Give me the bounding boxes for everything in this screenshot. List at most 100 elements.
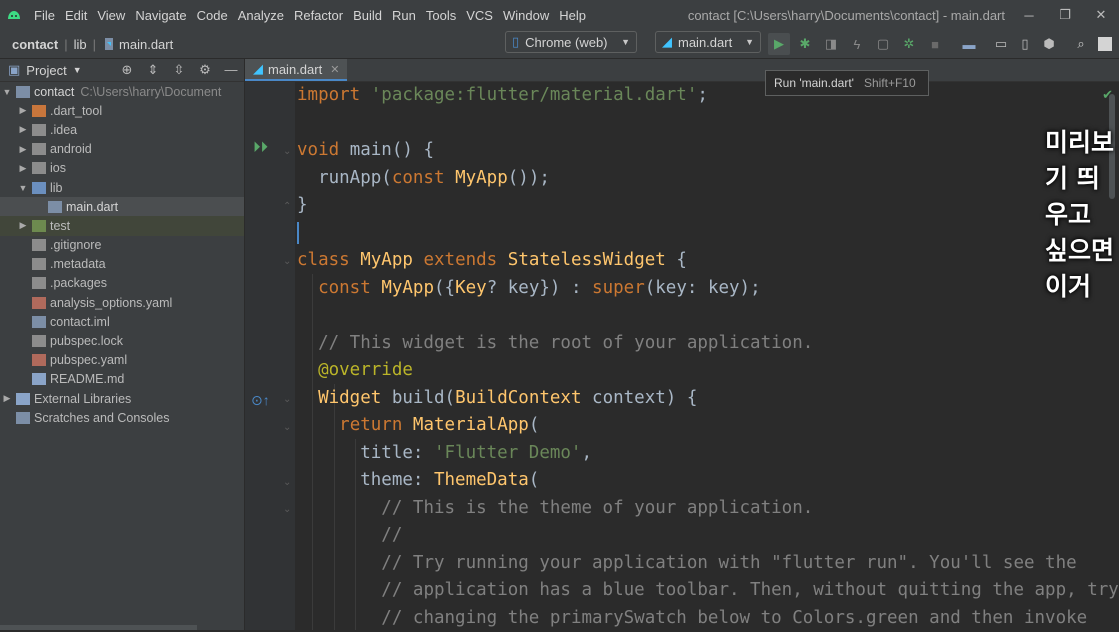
tree-item-android[interactable]: ▶ android: [0, 140, 244, 159]
code-line[interactable]: //: [297, 522, 1119, 550]
code-line[interactable]: }: [297, 192, 1119, 220]
menu-file[interactable]: File: [29, 8, 60, 23]
expand-all-icon[interactable]: ⇕: [140, 62, 166, 78]
tree-item-idea[interactable]: ▶ .idea: [0, 120, 244, 139]
hide-icon[interactable]: —: [218, 62, 244, 78]
code-line[interactable]: [297, 302, 1119, 330]
attach-debugger-button[interactable]: ✲: [898, 33, 920, 55]
tree-item-scratches[interactable]: Scratches and Consoles: [0, 408, 244, 427]
menu-build[interactable]: Build: [348, 8, 387, 23]
chevron-right-icon[interactable]: ▶: [16, 105, 30, 116]
sdk-manager-button[interactable]: ⬢: [1038, 33, 1060, 55]
tree-item-analysis-options[interactable]: analysis_options.yaml: [0, 293, 244, 312]
menu-window[interactable]: Window: [498, 8, 554, 23]
chevron-right-icon[interactable]: ▶: [16, 163, 30, 174]
code-line[interactable]: [297, 110, 1119, 138]
fold-icon[interactable]: ⌄: [283, 256, 291, 267]
code-line[interactable]: return MaterialApp(: [297, 412, 1119, 440]
device-manager-button[interactable]: ▭: [990, 33, 1012, 55]
menu-tools[interactable]: Tools: [421, 8, 461, 23]
code-line[interactable]: // application has a blue toolbar. Then,…: [297, 577, 1119, 605]
locate-icon[interactable]: ⊕: [114, 62, 140, 78]
run-gutter-icon[interactable]: ⏵⏵: [253, 139, 268, 156]
code-line[interactable]: @override: [297, 357, 1119, 385]
tree-item-readme[interactable]: README.md: [0, 370, 244, 389]
tree-item-contact[interactable]: ▼ contact C:\Users\harry\Document: [0, 82, 244, 101]
tree-item-pubspec-lock[interactable]: pubspec.lock: [0, 331, 244, 350]
chevron-down-icon[interactable]: ▼: [73, 65, 82, 75]
device-selector[interactable]: ▯ Chrome (web) ▼: [505, 31, 637, 53]
tree-item-packages[interactable]: .packages: [0, 274, 244, 293]
code-line[interactable]: runApp(const MyApp());: [297, 165, 1119, 193]
minimize-icon[interactable]: ─: [1011, 8, 1047, 23]
project-view-label[interactable]: Project: [26, 63, 66, 78]
tree-item-dart-tool[interactable]: ▶ .dart_tool: [0, 101, 244, 120]
tree-item-ios[interactable]: ▶ ios: [0, 159, 244, 178]
code-line[interactable]: theme: ThemeData(: [297, 467, 1119, 495]
chevron-right-icon[interactable]: ▶: [16, 124, 30, 135]
fold-icon[interactable]: ⌄: [283, 394, 291, 405]
run-button[interactable]: ▶: [768, 33, 790, 55]
search-button[interactable]: ⌕: [1070, 33, 1092, 55]
fold-icon[interactable]: ⌄: [283, 477, 291, 488]
close-icon[interactable]: ✕: [330, 63, 339, 76]
menu-run[interactable]: Run: [387, 8, 421, 23]
chevron-down-icon[interactable]: ▼: [16, 183, 30, 193]
breadcrumb-lib[interactable]: lib: [74, 37, 87, 52]
code-line[interactable]: // This widget is the root of your appli…: [297, 330, 1119, 358]
debug-button[interactable]: ✱: [794, 33, 816, 55]
code-content[interactable]: import 'package:flutter/material.dart'; …: [297, 82, 1119, 632]
coverage-button[interactable]: ◨: [820, 33, 842, 55]
tree-item-contact-iml[interactable]: contact.iml: [0, 312, 244, 331]
hot-restart-button[interactable]: ▢: [872, 33, 894, 55]
hot-reload-button[interactable]: ϟ: [846, 33, 868, 55]
tree-item-pubspec-yaml[interactable]: pubspec.yaml: [0, 351, 244, 370]
tree-item-metadata[interactable]: .metadata: [0, 255, 244, 274]
fold-icon[interactable]: ⌄: [283, 422, 291, 433]
stop-button[interactable]: ■: [924, 33, 946, 55]
code-line[interactable]: // Try running your application with "fl…: [297, 550, 1119, 578]
menu-analyze[interactable]: Analyze: [233, 8, 289, 23]
restore-icon[interactable]: ❐: [1047, 7, 1083, 23]
project-structure-button[interactable]: ▬: [958, 33, 980, 55]
code-line[interactable]: // This is the theme of your application…: [297, 495, 1119, 523]
breadcrumb-project[interactable]: contact: [12, 37, 58, 52]
chevron-right-icon[interactable]: ▶: [0, 393, 14, 404]
horizontal-scrollbar[interactable]: [0, 625, 197, 630]
code-line[interactable]: class MyApp extends StatelessWidget {: [297, 247, 1119, 275]
code-line[interactable]: [297, 220, 1119, 248]
code-line[interactable]: title: 'Flutter Demo',: [297, 440, 1119, 468]
run-config-selector[interactable]: ◢ main.dart ▼: [655, 31, 761, 53]
code-line[interactable]: void main() {: [297, 137, 1119, 165]
code-line[interactable]: import 'package:flutter/material.dart';: [297, 82, 1119, 110]
override-gutter-icon[interactable]: ⊙↑: [251, 392, 270, 409]
tree-item-gitignore[interactable]: .gitignore: [0, 236, 244, 255]
menu-refactor[interactable]: Refactor: [289, 8, 348, 23]
code-line[interactable]: // changing the primarySwatch below to C…: [297, 605, 1119, 632]
fold-icon[interactable]: ⌄: [283, 504, 291, 515]
menu-navigate[interactable]: Navigate: [130, 8, 191, 23]
collapse-all-icon[interactable]: ⇳: [166, 62, 192, 78]
menu-view[interactable]: View: [92, 8, 130, 23]
fold-icon[interactable]: ⌃: [283, 201, 291, 212]
breadcrumb-file[interactable]: main.dart: [119, 37, 173, 52]
account-button[interactable]: [1094, 33, 1116, 55]
tree-item-lib[interactable]: ▼ lib: [0, 178, 244, 197]
chevron-right-icon[interactable]: ▶: [16, 220, 30, 231]
chevron-right-icon[interactable]: ▶: [16, 144, 30, 155]
tree-item-main-dart[interactable]: main.dart: [0, 197, 244, 216]
tree-item-external-libraries[interactable]: ▶ External Libraries: [0, 389, 244, 408]
close-icon[interactable]: ✕: [1083, 7, 1119, 23]
fold-icon[interactable]: ⌄: [283, 146, 291, 157]
tab-main-dart[interactable]: ◢ main.dart ✕: [245, 59, 347, 81]
gear-icon[interactable]: ⚙: [192, 62, 218, 78]
menu-vcs[interactable]: VCS: [461, 8, 498, 23]
avd-manager-button[interactable]: ▯: [1014, 33, 1036, 55]
menu-edit[interactable]: Edit: [60, 8, 92, 23]
tree-item-test[interactable]: ▶ test: [0, 216, 244, 235]
menu-code[interactable]: Code: [192, 8, 233, 23]
menu-help[interactable]: Help: [554, 8, 591, 23]
code-line[interactable]: const MyApp({Key? key}) : super(key: key…: [297, 275, 1119, 303]
chevron-down-icon[interactable]: ▼: [0, 87, 14, 97]
code-line[interactable]: Widget build(BuildContext context) {: [297, 385, 1119, 413]
